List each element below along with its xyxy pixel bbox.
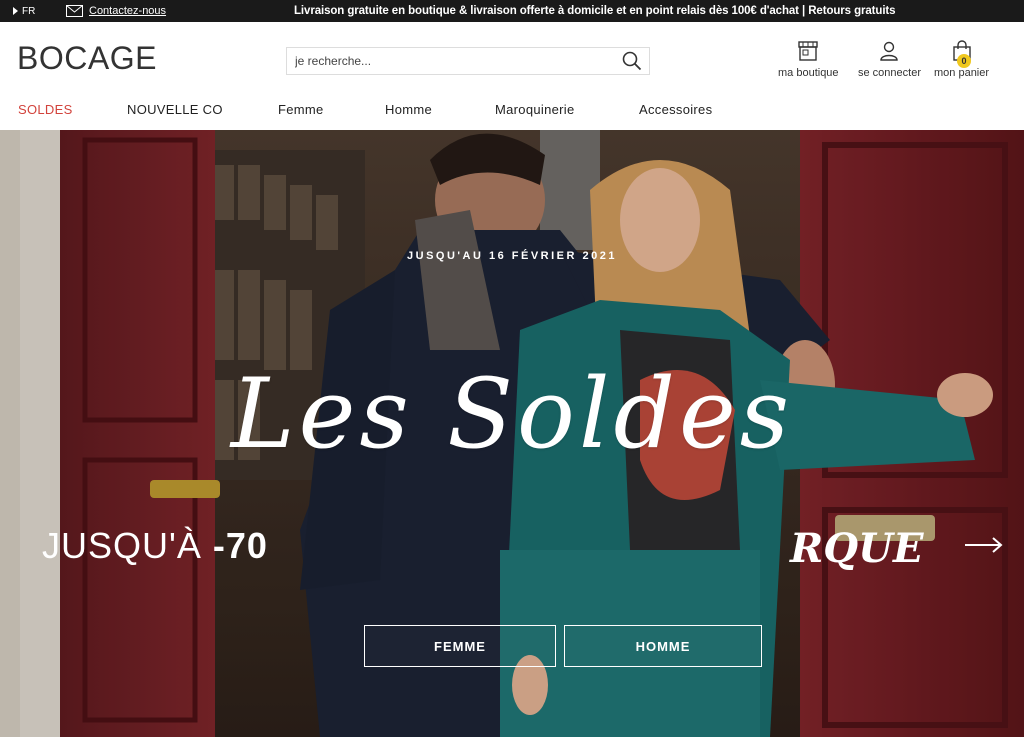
promo-banner: Livraison gratuite en boutique & livrais… xyxy=(294,5,896,17)
nav-item-homme[interactable]: Homme xyxy=(385,102,432,117)
discount-text: JUSQU'À -70 xyxy=(42,525,268,567)
user-icon xyxy=(880,41,899,61)
main-nav: SOLDES NOUVELLE CO Femme Homme Maroquine… xyxy=(0,98,1024,130)
contact-label: Contactez-nous xyxy=(89,5,167,17)
login-label: se connecter xyxy=(858,67,921,79)
shop-men-button[interactable]: HOMME xyxy=(564,625,762,667)
discount-value: -70 xyxy=(212,525,268,566)
nav-item-soldes[interactable]: SOLDES xyxy=(18,102,73,117)
cart-count-badge: 0 xyxy=(957,54,971,68)
logo[interactable]: BOCAGE xyxy=(17,40,157,77)
nav-item-accessoires[interactable]: Accessoires xyxy=(639,102,712,117)
search-icon xyxy=(622,51,642,71)
store-icon xyxy=(798,41,818,61)
cart-link[interactable]: 0 mon panier xyxy=(934,40,989,79)
store-link[interactable]: ma boutique xyxy=(778,40,839,79)
search-input[interactable] xyxy=(287,48,615,74)
hero-banner: JUSQU'AU 16 FÉVRIER 2021 Les Soldes JUSQ… xyxy=(0,130,1024,737)
nav-item-maroquinerie[interactable]: Maroquinerie xyxy=(495,102,574,117)
search-bar xyxy=(286,47,650,75)
hero-title: Les Soldes xyxy=(230,358,794,470)
store-label: ma boutique xyxy=(778,67,839,79)
cart-label: mon panier xyxy=(934,67,990,79)
contact-link[interactable]: Contactez-nous xyxy=(66,5,166,17)
language-label: FR xyxy=(22,5,36,17)
site-header: BOCAGE ma boutique se connecter xyxy=(0,22,1024,98)
login-link[interactable]: se connecter xyxy=(858,40,921,79)
language-selector[interactable]: FR xyxy=(0,6,66,17)
envelope-icon xyxy=(66,5,83,17)
arrow-right-icon[interactable] xyxy=(963,535,1005,555)
caret-right-icon xyxy=(13,7,18,15)
sale-date: JUSQU'AU 16 FÉVRIER 2021 xyxy=(407,250,617,262)
discount-prefix: JUSQU'À xyxy=(42,525,213,566)
nav-item-nouvelle-collection[interactable]: NOUVELLE CO xyxy=(127,102,223,117)
shop-women-button[interactable]: FEMME xyxy=(364,625,556,667)
top-bar: FR Contactez-nous Livraison gratuite en … xyxy=(0,0,1024,22)
search-button[interactable] xyxy=(615,48,649,74)
carousel-text: RQUE xyxy=(790,525,924,572)
nav-item-femme[interactable]: Femme xyxy=(278,102,324,117)
